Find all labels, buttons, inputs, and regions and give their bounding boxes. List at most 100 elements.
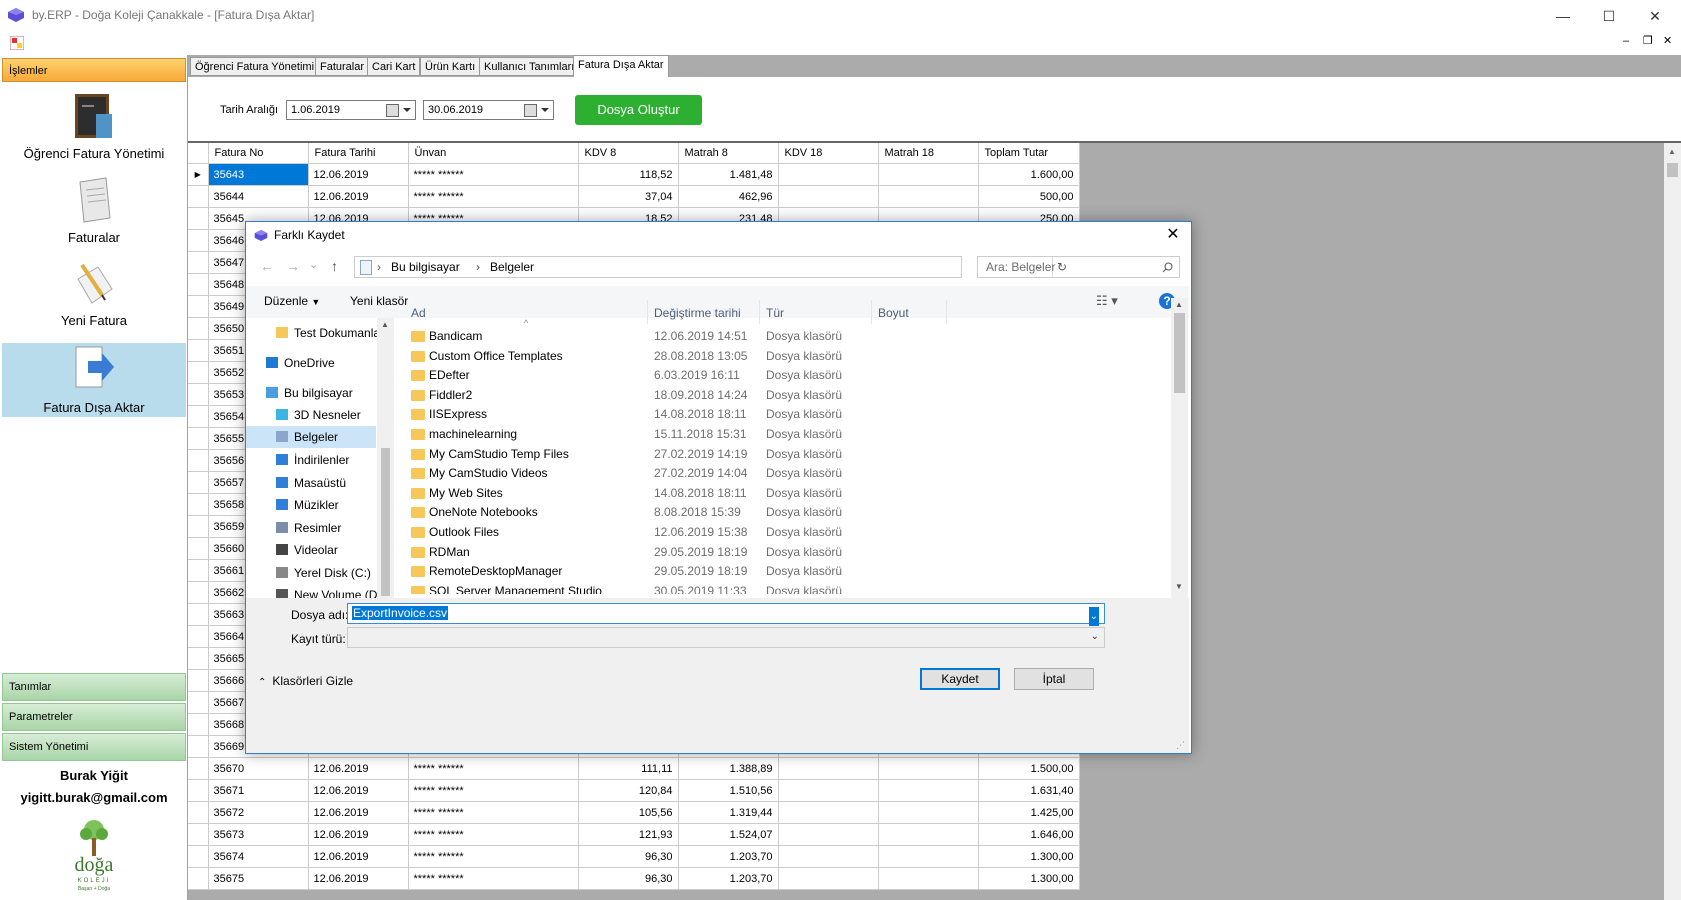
tab-kullanici-tanimlari[interactable]: Kullanıcı Tanımları (479, 57, 580, 76)
table-cell[interactable] (778, 845, 879, 868)
row-header[interactable] (188, 405, 209, 428)
mdi-close-button[interactable]: ✕ (1663, 34, 1672, 47)
list-item[interactable]: IISExpress 14.08.2018 18:11 Dosya klasörü (411, 405, 1111, 425)
nav-item[interactable]: Bu bilgisayar (266, 386, 353, 400)
list-item[interactable]: My Web Sites 14.08.2018 18:11 Dosya klasör… (411, 484, 1111, 504)
table-cell[interactable]: 121,93 (578, 823, 679, 846)
list-item[interactable]: EDefter 6.03.2019 16:11 Dosya klasörü (411, 366, 1111, 386)
row-header[interactable] (188, 669, 209, 692)
table-row[interactable]: 35675 12.06.2019 ***** ****** 96,30 1.203,70… (188, 867, 1080, 890)
table-cell[interactable]: ***** ****** (408, 867, 579, 890)
table-cell[interactable]: 105,56 (578, 801, 679, 824)
table-cell[interactable] (878, 801, 979, 824)
row-header[interactable] (188, 185, 209, 208)
list-item[interactable]: Outlook Files 12.06.2019 15:38 Dosya klasö… (411, 523, 1111, 543)
table-cell[interactable]: 35675 (208, 867, 309, 890)
maximize-button[interactable]: ☐ (1586, 0, 1632, 32)
row-header[interactable] (188, 229, 209, 252)
table-cell[interactable]: ***** ****** (408, 757, 579, 780)
list-item[interactable]: SQL Server Management Studio 30.05.2019 1… (411, 582, 1111, 594)
table-cell[interactable]: 12.06.2019 (308, 779, 409, 802)
address-bar[interactable]: › Bu bilgisayar › Belgeler ⌄ ↻ (354, 256, 1067, 278)
table-cell[interactable]: 1.631,40 (978, 779, 1080, 802)
table-cell[interactable] (878, 163, 979, 186)
column-header[interactable]: Matrah 18 (878, 143, 979, 164)
minimize-button[interactable]: — (1540, 0, 1586, 32)
table-cell[interactable]: 35643 (208, 163, 309, 186)
table-cell[interactable]: 35674 (208, 845, 309, 868)
table-row[interactable]: ▶ 35643 12.06.2019 ***** ****** 118,52 1.481,… (188, 163, 1080, 186)
table-cell[interactable]: 1.319,44 (678, 801, 779, 824)
table-cell[interactable]: 96,30 (578, 867, 679, 890)
list-item[interactable]: My CamStudio Temp Files 27.02.2019 14:19 D… (411, 445, 1111, 465)
nav-item[interactable]: Yerel Disk (C:) (276, 566, 371, 580)
list-item[interactable]: OneNote Notebooks 8.08.2018 15:39 Dosya kl… (411, 503, 1111, 523)
table-cell[interactable] (778, 757, 879, 780)
table-cell[interactable]: 37,04 (578, 185, 679, 208)
table-cell[interactable]: 1.500,00 (978, 757, 1080, 780)
table-cell[interactable]: ***** ****** (408, 845, 579, 868)
row-header[interactable] (188, 273, 209, 296)
table-cell[interactable] (778, 185, 879, 208)
table-cell[interactable]: 1.600,00 (978, 163, 1080, 186)
table-cell[interactable]: 12.06.2019 (308, 163, 409, 186)
column-header[interactable]: KDV 8 (578, 143, 679, 164)
table-cell[interactable]: 111,11 (578, 757, 679, 780)
table-cell[interactable]: 500,00 (978, 185, 1080, 208)
row-header[interactable] (188, 823, 209, 846)
row-header[interactable] (188, 295, 209, 318)
column-header[interactable]: Fatura No (208, 143, 309, 164)
table-cell[interactable] (878, 867, 979, 890)
table-cell[interactable]: 462,96 (678, 185, 779, 208)
table-cell[interactable]: 1.388,89 (678, 757, 779, 780)
table-cell[interactable] (778, 823, 879, 846)
chevron-down-icon[interactable]: ⌄ (1088, 607, 1099, 626)
table-cell[interactable]: 1.203,70 (678, 845, 779, 868)
table-cell[interactable] (778, 779, 879, 802)
table-cell[interactable]: 1.300,00 (978, 845, 1080, 868)
table-cell[interactable]: ***** ****** (408, 163, 579, 186)
row-header[interactable] (188, 581, 209, 604)
table-row[interactable]: 35671 12.06.2019 ***** ****** 120,84 1.510,5… (188, 779, 1080, 802)
table-cell[interactable] (878, 845, 979, 868)
start-date-picker[interactable]: 1.06.2019 (286, 100, 416, 120)
create-file-button[interactable]: Dosya Oluştur (575, 95, 702, 125)
row-header[interactable] (188, 251, 209, 274)
list-item[interactable]: My CamStudio Videos 27.02.2019 14:04 Dosya… (411, 464, 1111, 484)
table-row[interactable]: 35670 12.06.2019 ***** ****** 111,11 1.388,8… (188, 757, 1080, 780)
row-header[interactable] (188, 339, 209, 362)
scroll-thumb[interactable] (1174, 313, 1185, 393)
list-item[interactable]: machinelearning 15.11.2018 15:31 Dosya kla… (411, 425, 1111, 445)
table-cell[interactable]: ***** ****** (408, 801, 579, 824)
table-cell[interactable]: 35673 (208, 823, 309, 846)
new-folder-button[interactable]: Yeni klasör (350, 294, 408, 308)
end-date-picker[interactable]: 30.06.2019 (423, 100, 554, 120)
mdi-restore-button[interactable]: ❐ (1643, 34, 1653, 47)
breadcrumb-bu-bilgisayar[interactable]: Bu bilgisayar (391, 257, 460, 277)
sidebar-group-parametreler[interactable]: Parametreler (2, 703, 186, 731)
sidebar-group-sistem-yonetimi[interactable]: Sistem Yönetimi (2, 733, 186, 761)
row-header[interactable] (188, 757, 209, 780)
nav-item[interactable]: Resimler (276, 521, 341, 535)
save-button[interactable]: Kaydet (920, 668, 1000, 690)
row-header[interactable] (188, 801, 209, 824)
nav-item[interactable]: Belgeler (246, 426, 376, 448)
table-cell[interactable]: 1.481,48 (678, 163, 779, 186)
resize-grip-icon[interactable]: ⋰ (1176, 740, 1185, 751)
tab-ogrenci-fatura-yonetimi[interactable]: Öğrenci Fatura Yönetimi (190, 57, 320, 76)
grid-vertical-scrollbar[interactable]: ▲ (1664, 143, 1681, 900)
row-header[interactable] (188, 207, 209, 230)
navigation-scrollbar[interactable]: ▲ ▼ (377, 318, 394, 618)
column-size[interactable]: Boyut (878, 306, 909, 320)
sidebar-header[interactable]: İşlemler (2, 58, 186, 82)
table-cell[interactable]: 12.06.2019 (308, 867, 409, 890)
row-header[interactable] (188, 471, 209, 494)
row-header[interactable] (188, 735, 209, 758)
table-cell[interactable] (878, 779, 979, 802)
table-row[interactable]: 35673 12.06.2019 ***** ****** 121,93 1.524,0… (188, 823, 1080, 846)
row-header[interactable] (188, 361, 209, 384)
row-header[interactable] (188, 449, 209, 472)
table-cell[interactable]: 35671 (208, 779, 309, 802)
row-header[interactable] (188, 713, 209, 736)
table-cell[interactable]: ***** ****** (408, 823, 579, 846)
